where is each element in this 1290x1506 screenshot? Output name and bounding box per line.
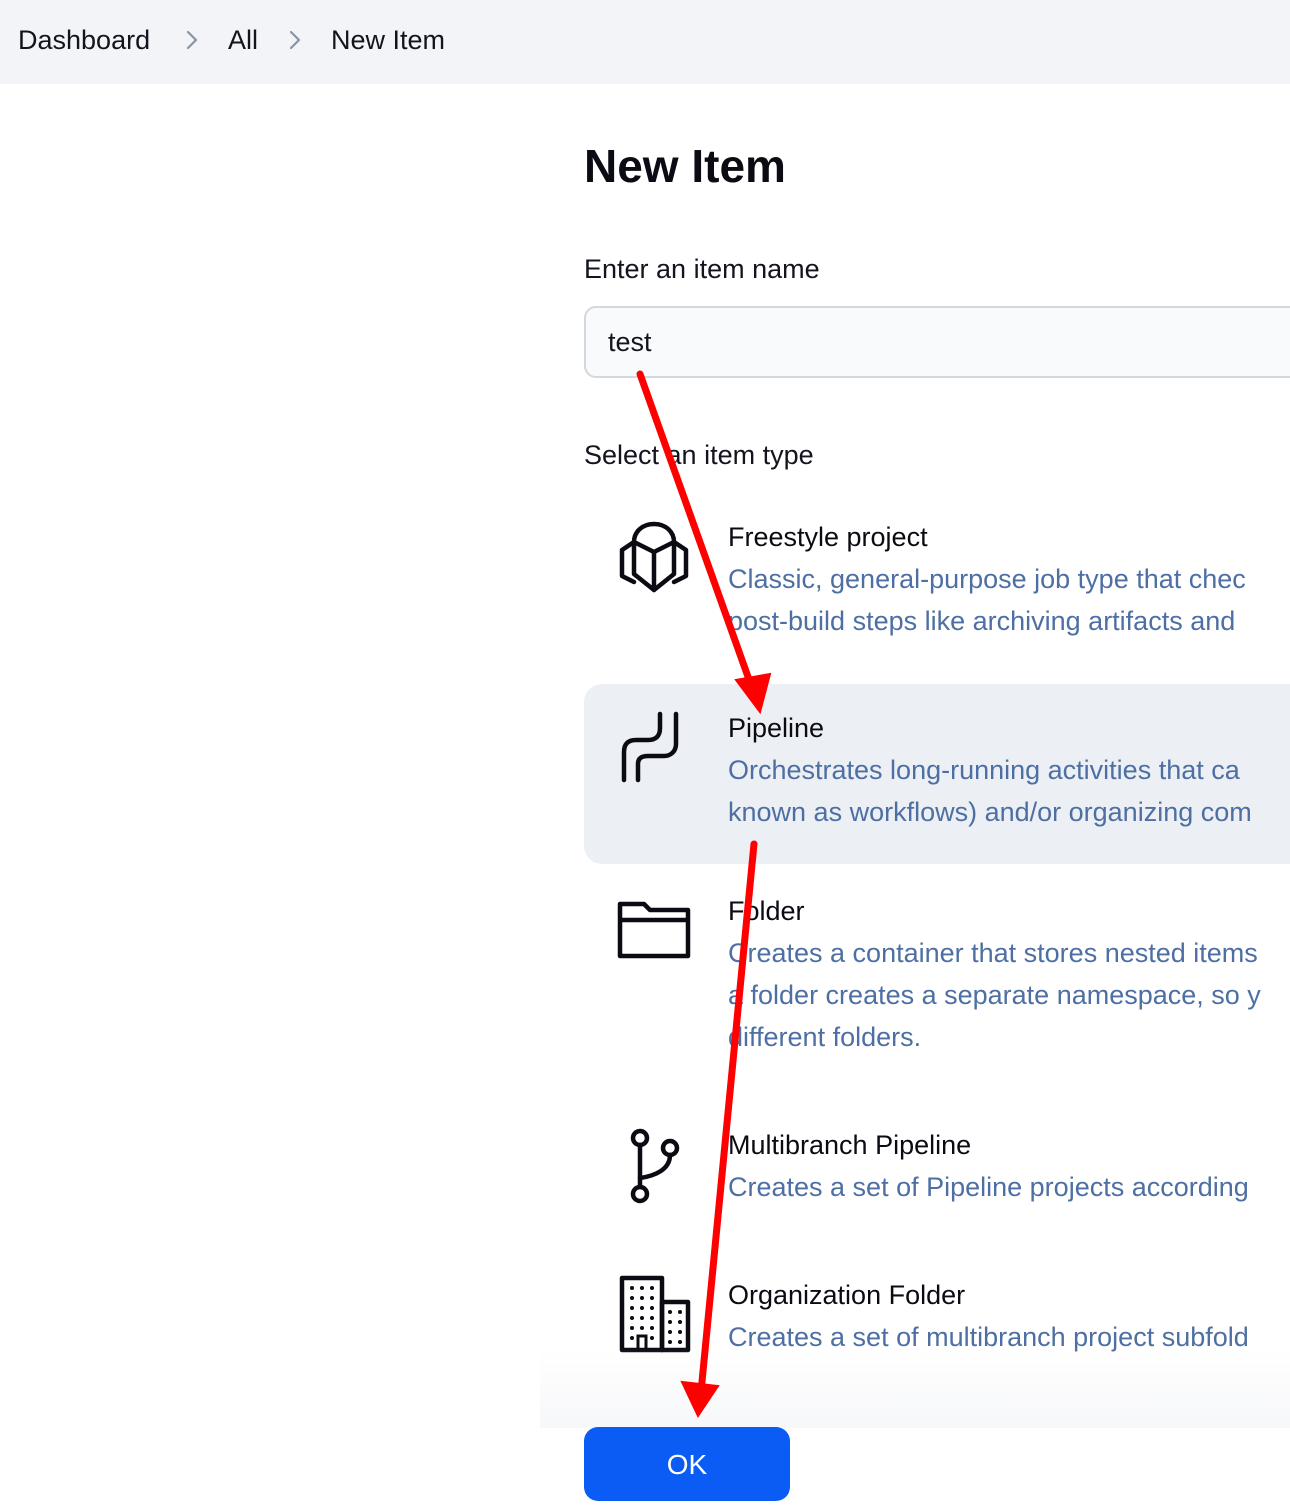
item-type-label: Select an item type (584, 440, 814, 470)
description-line: post-build steps like archiving artifact… (728, 606, 1236, 636)
item-name-input[interactable] (584, 306, 1290, 378)
pipeline-icon (614, 710, 694, 790)
item-type-freestyle[interactable]: Freestyle project Classic, general-purpo… (584, 506, 1290, 666)
item-type-name: Pipeline (728, 713, 825, 743)
buildings-icon (614, 1274, 694, 1354)
item-type-description: Creates a set of Pipeline projects accor… (728, 1166, 1290, 1208)
item-type-folder[interactable]: Folder Creates a container that stores n… (584, 882, 1290, 1072)
branch-icon (614, 1126, 694, 1206)
cube-icon (614, 514, 694, 594)
item-type-name: Freestyle project (728, 522, 928, 552)
bottom-bar-fade (540, 1348, 1290, 1428)
item-type-multibranch-pipeline[interactable]: Multibranch Pipeline Creates a set of Pi… (584, 1114, 1290, 1244)
description-line: Creates a set of Pipeline projects accor… (728, 1172, 1249, 1202)
folder-icon (614, 890, 694, 970)
breadcrumb-all[interactable]: All (228, 24, 258, 56)
description-line: known as workflows) and/or organizing co… (728, 797, 1252, 827)
item-type-pipeline[interactable]: Pipeline Orchestrates long-running activ… (584, 684, 1290, 864)
chevron-right-icon (186, 30, 198, 50)
item-type-description: Classic, general-purpose job type that c… (728, 558, 1290, 642)
chevron-right-icon (289, 30, 301, 50)
breadcrumb-new-item[interactable]: New Item (331, 24, 445, 56)
item-type-name: Organization Folder (728, 1280, 966, 1310)
description-line: a folder creates a separate namespace, s… (728, 980, 1261, 1010)
item-name-label: Enter an item name (584, 254, 820, 284)
breadcrumb-dashboard[interactable]: Dashboard (18, 24, 150, 56)
new-item-page: Dashboard All New Item New Item Enter an… (0, 0, 1290, 1506)
description-line: Classic, general-purpose job type that c… (728, 564, 1246, 594)
description-line: Creates a container that stores nested i… (728, 938, 1258, 968)
page-title: New Item (584, 140, 786, 192)
item-type-description: Orchestrates long-running activities tha… (728, 749, 1290, 833)
description-line: different folders. (728, 1022, 922, 1052)
breadcrumb: Dashboard All New Item (0, 0, 1290, 84)
description-line: Orchestrates long-running activities tha… (728, 755, 1240, 785)
ok-button[interactable]: OK (584, 1427, 790, 1501)
item-type-name: Folder (728, 896, 805, 926)
item-type-name: Multibranch Pipeline (728, 1130, 972, 1160)
item-type-description: Creates a container that stores nested i… (728, 932, 1290, 1058)
